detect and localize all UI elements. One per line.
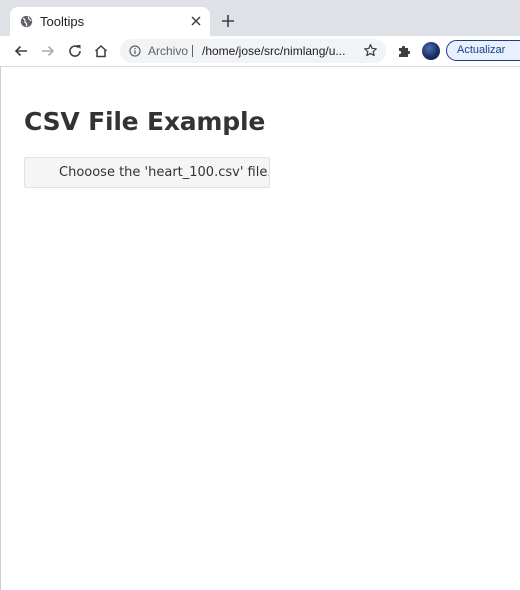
home-icon[interactable] xyxy=(93,43,109,59)
info-icon[interactable] xyxy=(129,45,141,57)
close-icon[interactable] xyxy=(190,15,202,27)
tab-strip: Tooltips xyxy=(0,0,520,36)
tab-title: Tooltips xyxy=(40,14,85,29)
address-url[interactable]: /home/jose/src/nimlang/u... xyxy=(202,44,352,58)
page-title: CSV File Example xyxy=(24,107,266,136)
update-button[interactable]: Actualizar xyxy=(446,40,520,61)
reload-icon[interactable] xyxy=(67,43,83,59)
address-divider xyxy=(192,45,193,57)
avatar[interactable] xyxy=(422,42,440,60)
star-icon[interactable] xyxy=(363,43,378,58)
globe-icon xyxy=(20,15,33,28)
file-choose-button[interactable]: Chooose the 'heart_100.csv' file... xyxy=(24,157,270,188)
page-content: CSV File Example Chooose the 'heart_100.… xyxy=(0,67,520,590)
arrow-left-icon[interactable] xyxy=(13,43,29,59)
arrow-right-icon[interactable] xyxy=(40,43,56,59)
plus-icon[interactable] xyxy=(221,14,235,28)
browser-tab[interactable]: Tooltips xyxy=(10,7,210,36)
browser-toolbar: Archivo /home/jose/src/nimlang/u... Actu… xyxy=(0,36,520,67)
address-scheme-label: Archivo xyxy=(148,44,189,58)
address-bar[interactable]: Archivo /home/jose/src/nimlang/u... xyxy=(120,39,386,63)
puzzle-icon[interactable] xyxy=(396,43,412,59)
